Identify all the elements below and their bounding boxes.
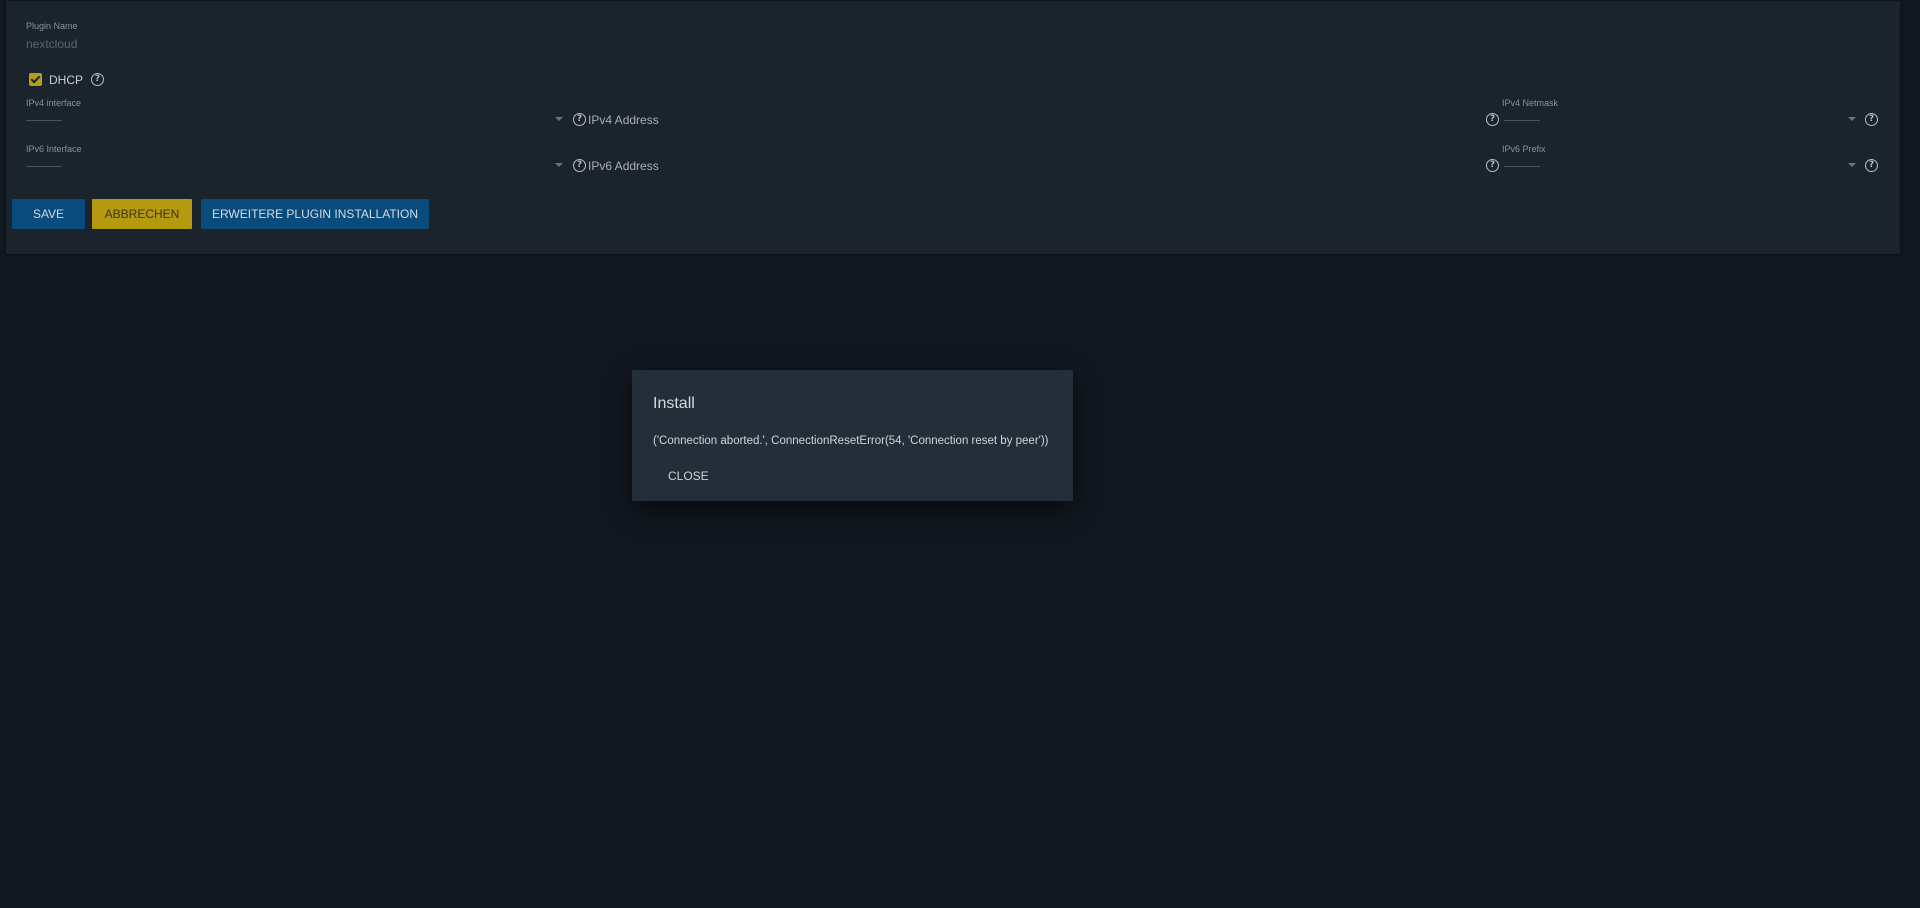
ipv4-address-input[interactable]: IPv4 Address [588,113,659,127]
ipv6-interface-label: IPv6 Interface [26,144,82,154]
plugin-name-label: Plugin Name [26,21,78,31]
chevron-down-icon[interactable] [1848,163,1856,167]
ipv4-netmask-help-icon[interactable]: ? [1865,113,1878,126]
ipv4-address-help-icon[interactable]: ? [1486,113,1499,126]
plugin-name-input[interactable]: nextcloud [26,37,77,51]
chevron-down-icon[interactable] [555,163,563,167]
ipv4-netmask-select[interactable] [1504,120,1540,121]
ipv6-interface-help-icon[interactable]: ? [573,159,586,172]
dhcp-checkbox[interactable] [29,73,42,86]
ipv6-address-help-icon[interactable]: ? [1486,159,1499,172]
chevron-down-icon[interactable] [555,117,563,121]
ipv6-prefix-label: IPv6 Prefix [1502,144,1546,154]
ipv6-prefix-select[interactable] [1504,166,1540,167]
close-button[interactable]: CLOSE [668,469,709,483]
ipv6-address-input[interactable]: IPv6 Address [588,159,659,173]
dialog-title: Install [653,395,695,412]
ipv4-interface-help-icon[interactable]: ? [573,113,586,126]
ipv4-interface-label: IPv4 interface [26,98,82,108]
ipv6-prefix-help-icon[interactable]: ? [1865,159,1878,172]
dhcp-help-icon[interactable]: ? [91,73,104,86]
dialog-message: ('Connection aborted.', ConnectionResetE… [653,435,1049,447]
dhcp-label: DHCP [49,73,84,87]
chevron-down-icon[interactable] [1848,117,1856,121]
ipv6-interface-select[interactable] [26,166,62,167]
plugin-form-card: Plugin Name nextcloud DHCP ? IPv4 interf… [6,1,1900,254]
install-error-dialog: Install ('Connection aborted.', Connecti… [632,370,1073,501]
ipv4-interface-select[interactable] [26,120,62,121]
cancel-button[interactable]: ABBRECHEN [92,199,192,229]
advanced-install-button[interactable]: ERWEITERE PLUGIN INSTALLATION [201,199,429,229]
ipv4-netmask-label: IPv4 Netmask [1502,98,1559,108]
save-button[interactable]: SAVE [12,199,85,229]
